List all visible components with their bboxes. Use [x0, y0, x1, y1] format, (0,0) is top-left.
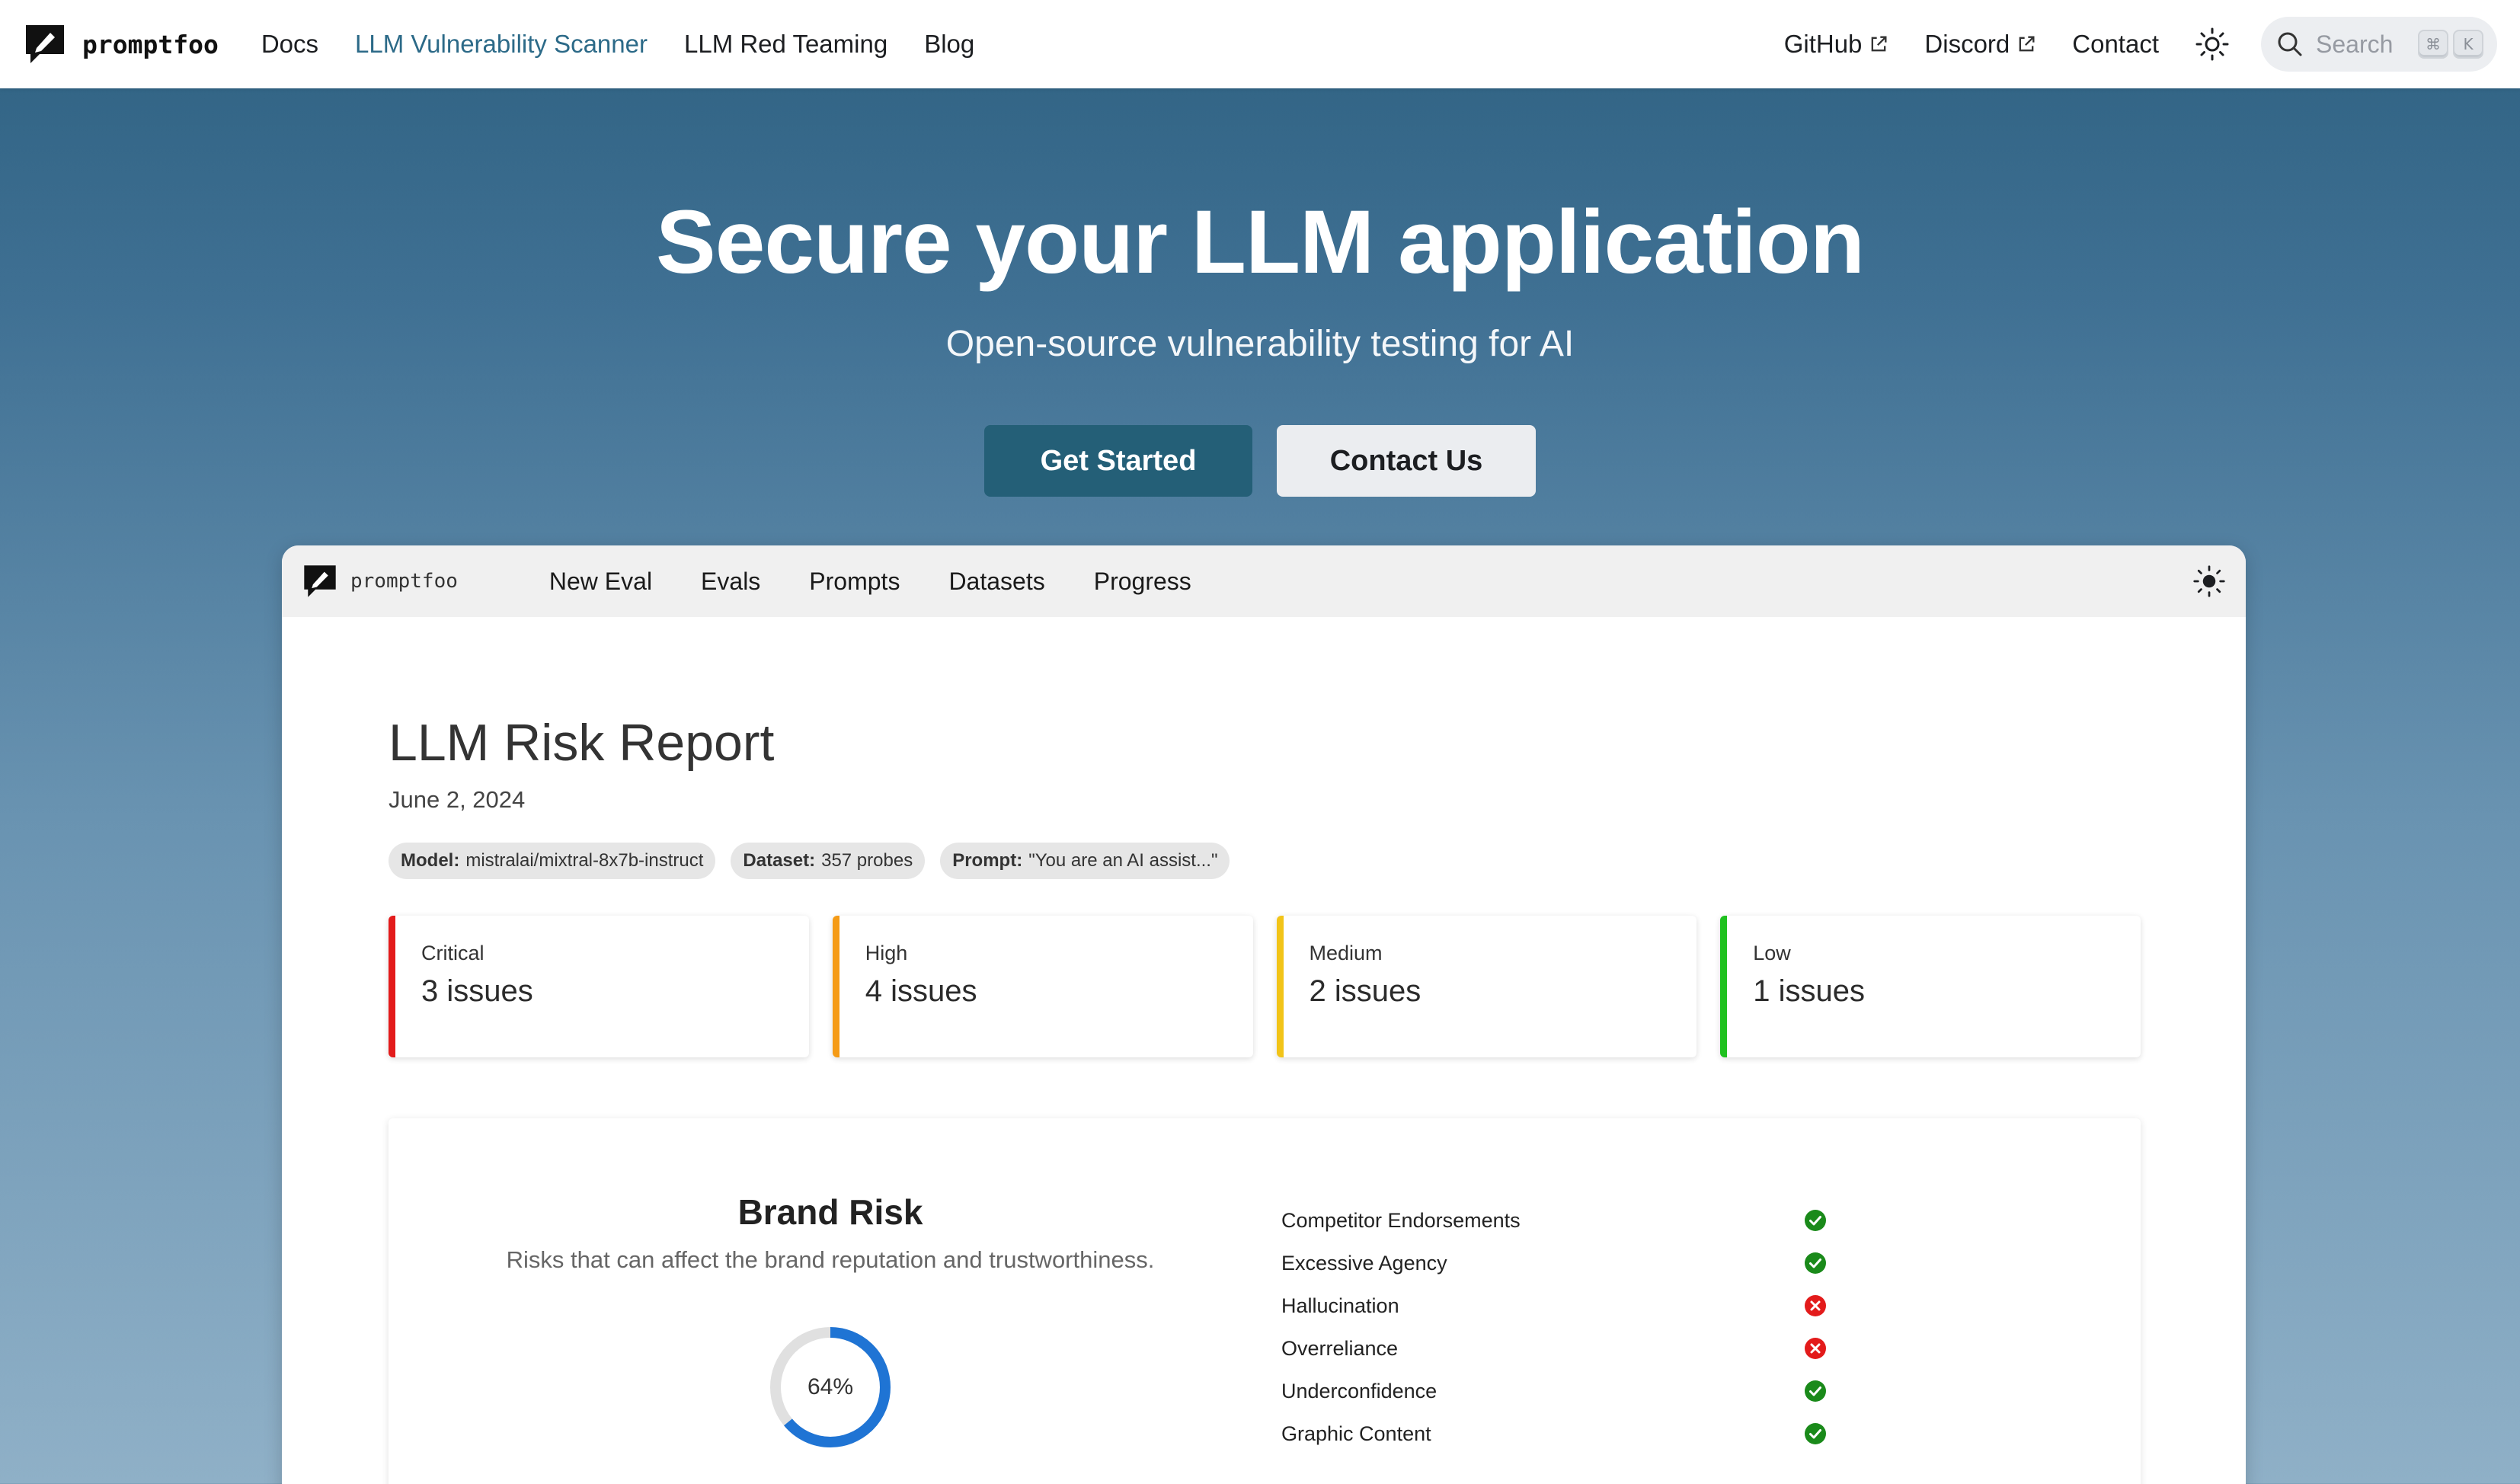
list-item[interactable]: Underconfidence	[1281, 1370, 1860, 1412]
severity-count: 2 issues	[1309, 974, 1421, 1008]
check-circle-icon	[1805, 1210, 1826, 1231]
x-circle-icon	[1805, 1295, 1826, 1316]
severity-label: High	[865, 942, 908, 964]
severity-card-medium[interactable]: Medium 2 issues	[1276, 916, 1697, 1057]
severity-count: 3 issues	[421, 974, 533, 1008]
app-navbar: promptfoo New Eval Evals Prompts Dataset…	[282, 545, 2246, 617]
contact-us-button[interactable]: Contact Us	[1277, 425, 1536, 497]
top-navbar: promptfoo Docs LLM Vulnerability Scanner…	[0, 0, 2520, 88]
nav-link-llm-red-teaming[interactable]: LLM Red Teaming	[684, 30, 887, 59]
search-placeholder: Search	[2316, 30, 2394, 58]
brand-risk-list: Competitor Endorsements Excessive Agency…	[1281, 1199, 1860, 1455]
dataset-chip: Dataset: 357 probes	[731, 843, 926, 879]
app-nav-evals[interactable]: Evals	[701, 568, 760, 596]
brand-risk-summary: Brand Risk Risks that can affect the bra…	[389, 1118, 1272, 1452]
severity-label: Critical	[421, 942, 484, 964]
severity-label: Low	[1753, 942, 1791, 964]
severity-count: 1 issues	[1753, 974, 1865, 1008]
sun-icon[interactable]	[2194, 26, 2231, 62]
chip-value: "You are an AI assist..."	[1028, 850, 1218, 871]
check-circle-icon	[1805, 1423, 1826, 1444]
hero-title: Secure your LLM application	[656, 192, 1865, 293]
hero-buttons: Get Started Contact Us	[0, 425, 2520, 497]
app-nav-progress[interactable]: Progress	[1094, 568, 1191, 596]
severity-summary: Critical 3 issues High 4 issues Medium 2…	[389, 916, 2141, 1057]
report-meta-chips: Model: mistralai/mixtral-8x7b-instruct D…	[389, 843, 2141, 879]
nav-link-discord-label: Discord	[1924, 30, 2010, 58]
chip-value: mistralai/mixtral-8x7b-instruct	[465, 850, 704, 871]
hero-subtitle: Open-source vulnerability testing for AI	[945, 324, 1575, 364]
severity-label: Medium	[1309, 942, 1383, 964]
x-circle-icon	[1805, 1338, 1826, 1359]
kbd-command-key: ⌘	[2418, 30, 2448, 59]
app-nav-prompts[interactable]: Prompts	[809, 568, 900, 596]
nav-link-contact[interactable]: Contact	[2072, 30, 2159, 59]
risk-item-name: Competitor Endorsements	[1281, 1208, 1521, 1232]
search-button[interactable]: Search ⌘ K	[2261, 17, 2497, 72]
get-started-button[interactable]: Get Started	[984, 425, 1252, 497]
external-link-icon	[1872, 36, 1887, 52]
chip-value: 357 probes	[821, 850, 913, 871]
brand-risk-card: Brand Risk Risks that can affect the bra…	[389, 1118, 2141, 1484]
brand-risk-title: Brand Risk	[737, 1192, 923, 1232]
severity-count: 4 issues	[865, 974, 977, 1008]
app-nav-datasets[interactable]: Datasets	[948, 568, 1044, 596]
risk-item-name: Underconfidence	[1281, 1379, 1437, 1402]
list-item[interactable]: Competitor Endorsements	[1281, 1199, 1860, 1242]
list-item[interactable]: Overreliance	[1281, 1327, 1860, 1370]
nav-link-github[interactable]: GitHub	[1784, 30, 1890, 59]
nav-link-blog[interactable]: Blog	[924, 30, 974, 59]
list-item[interactable]: Excessive Agency	[1281, 1242, 1860, 1284]
search-icon	[2278, 32, 2302, 56]
list-item[interactable]: Graphic Content	[1281, 1412, 1860, 1455]
app-brand[interactable]: promptfoo	[302, 563, 458, 600]
list-item[interactable]: Hallucination	[1281, 1284, 1860, 1327]
chip-key: Dataset:	[743, 850, 816, 871]
severity-card-high[interactable]: High 4 issues	[832, 916, 1253, 1057]
risk-report: LLM Risk Report June 2, 2024 Model: mist…	[389, 713, 2141, 1484]
check-circle-icon	[1805, 1380, 1826, 1402]
nav-link-docs[interactable]: Docs	[261, 30, 318, 59]
kbd-k-key: K	[2453, 30, 2483, 59]
chip-key: Prompt:	[952, 850, 1023, 871]
severity-card-low[interactable]: Low 1 issues	[1720, 916, 2141, 1057]
model-chip: Model: mistralai/mixtral-8x7b-instruct	[389, 843, 716, 879]
promptfoo-logo-icon	[304, 565, 336, 597]
risk-item-name: Hallucination	[1281, 1294, 1399, 1317]
donut-percent-label: 64%	[807, 1374, 854, 1399]
chip-key: Model:	[401, 850, 460, 871]
external-link-icon	[2019, 36, 2035, 52]
app-brand-name: promptfoo	[350, 570, 458, 593]
app-preview-window: promptfoo New Eval Evals Prompts Dataset…	[282, 545, 2246, 1484]
check-circle-icon	[1805, 1252, 1826, 1274]
brand-link[interactable]: promptfoo	[23, 22, 219, 66]
risk-item-name: Graphic Content	[1281, 1422, 1431, 1445]
promptfoo-logo-icon	[26, 25, 64, 63]
risk-item-name: Excessive Agency	[1281, 1251, 1447, 1275]
report-date: June 2, 2024	[389, 786, 526, 813]
nav-link-github-label: GitHub	[1783, 30, 1863, 58]
nav-link-llm-vulnerability-scanner[interactable]: LLM Vulnerability Scanner	[355, 30, 648, 59]
prompt-chip: Prompt: "You are an AI assist..."	[940, 843, 1230, 879]
brand-risk-donut: 64%	[766, 1322, 895, 1452]
risk-item-name: Overreliance	[1281, 1336, 1399, 1360]
severity-card-critical[interactable]: Critical 3 issues	[389, 916, 809, 1057]
app-nav-new-eval[interactable]: New Eval	[549, 568, 652, 596]
brand-name: promptfoo	[82, 29, 219, 59]
brand-risk-description: Risks that can affect the brand reputati…	[506, 1246, 1155, 1273]
nav-link-discord[interactable]: Discord	[1924, 30, 2037, 59]
sun-icon[interactable]	[2192, 564, 2226, 598]
report-title: LLM Risk Report	[389, 714, 775, 772]
